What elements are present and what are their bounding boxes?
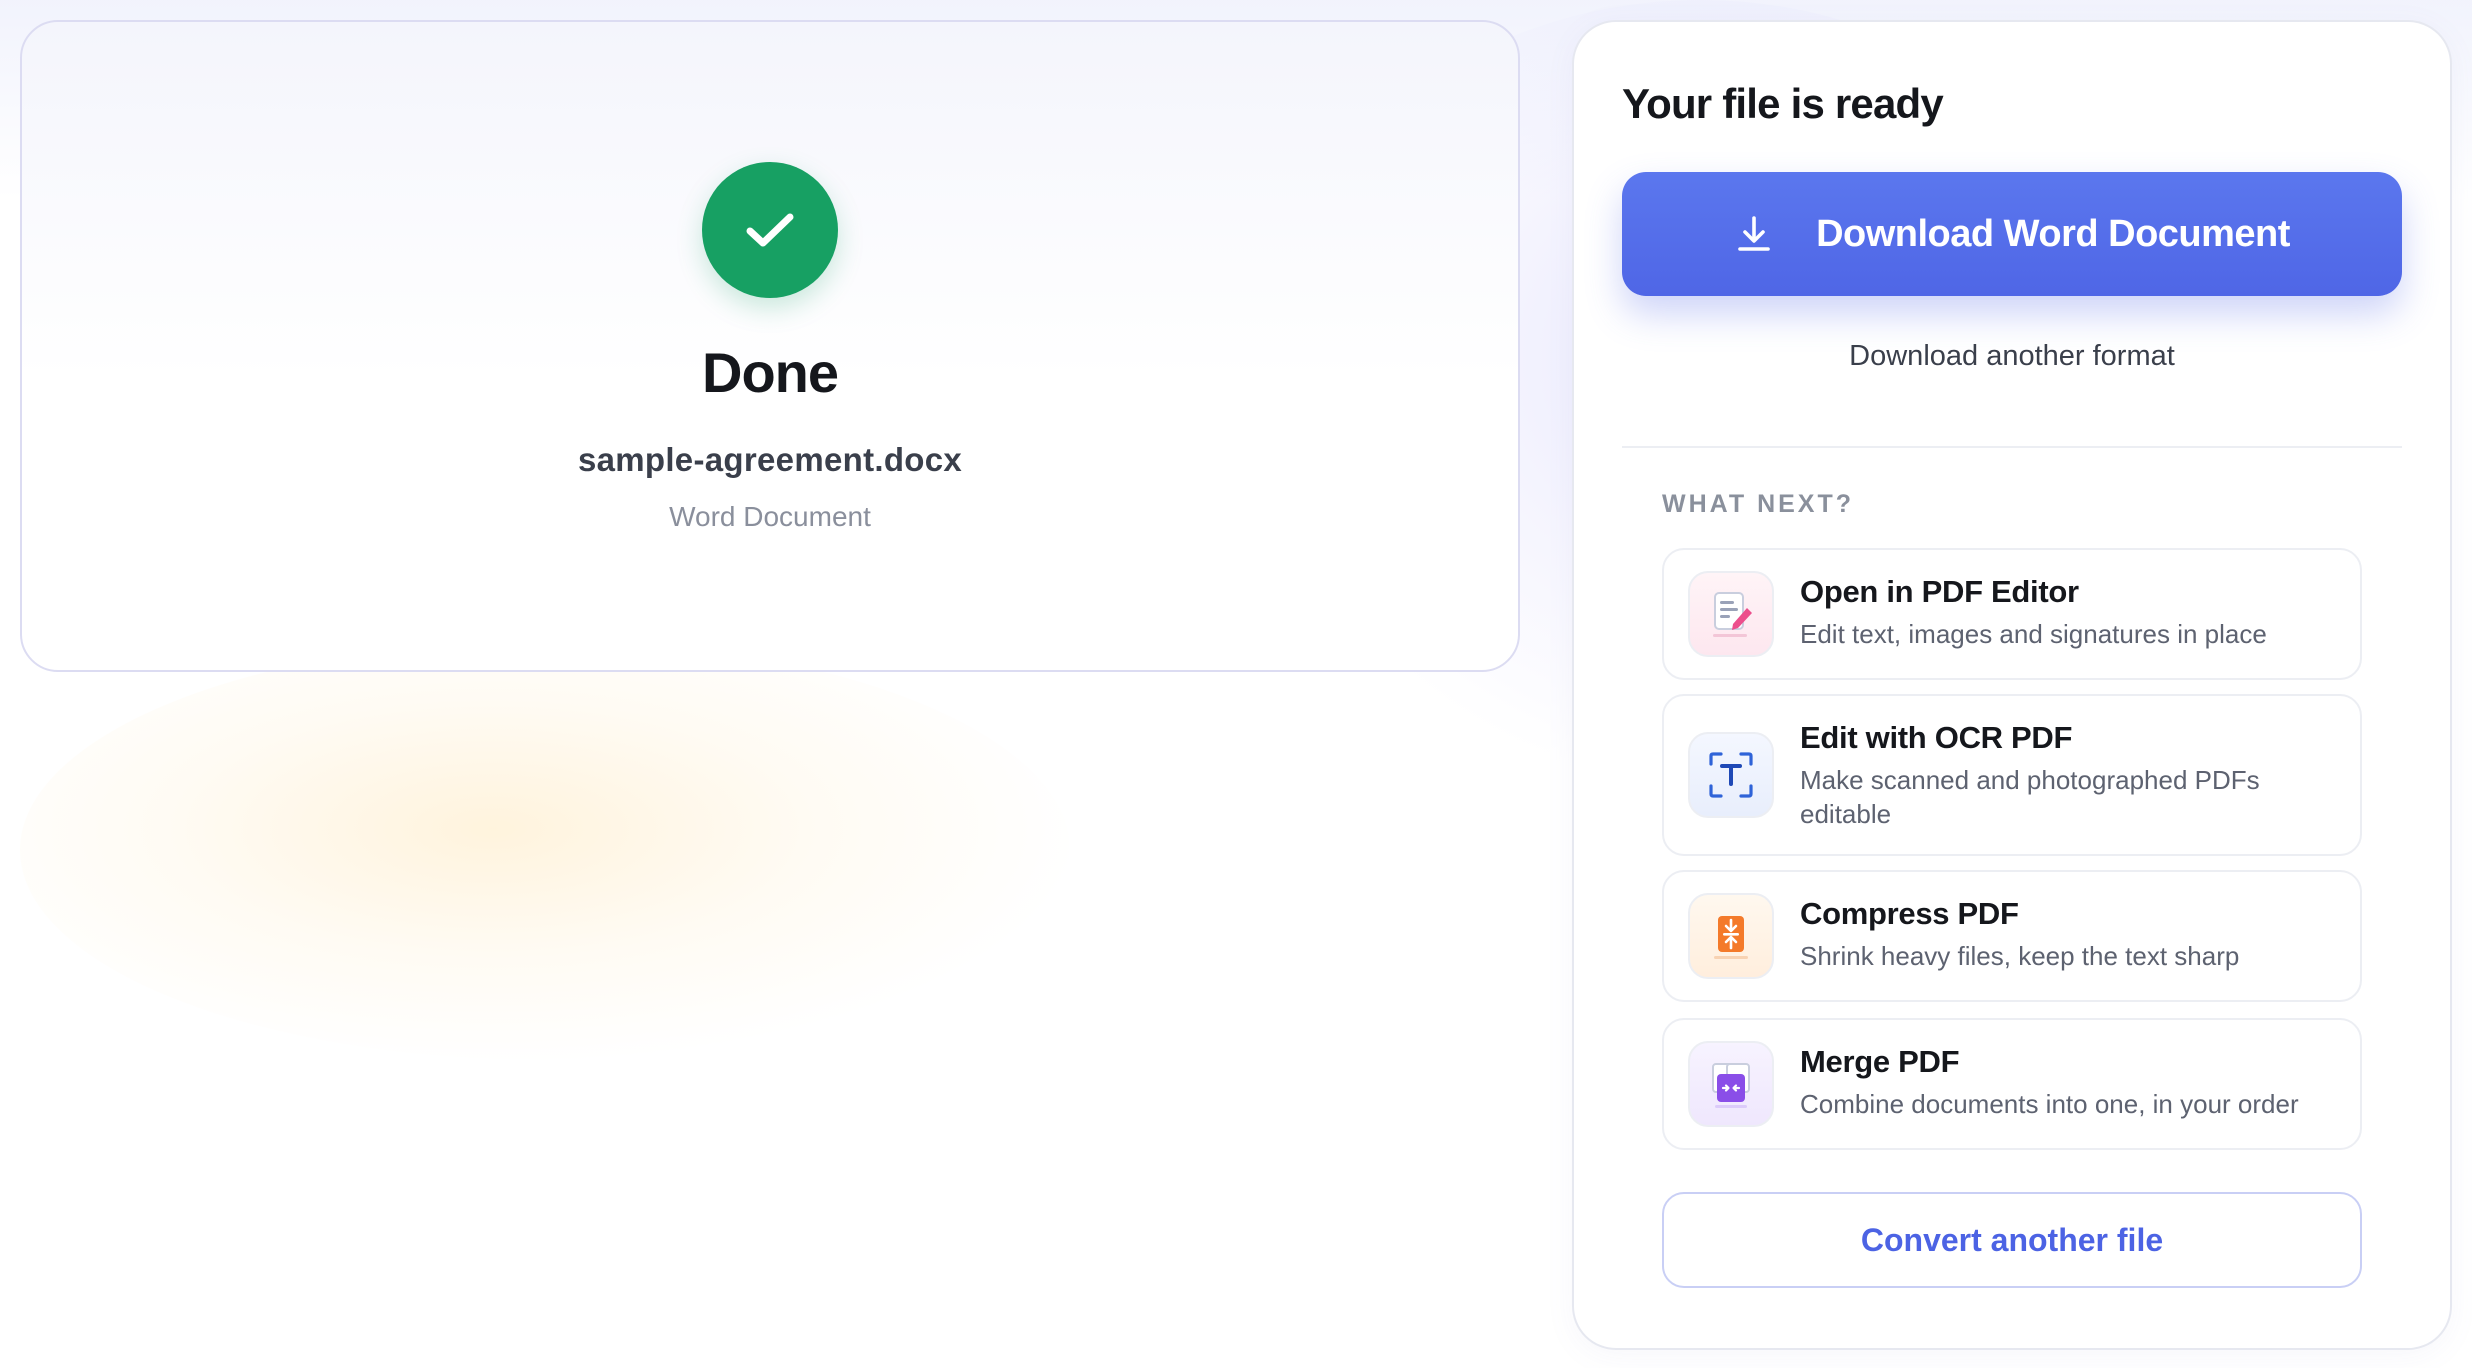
result-card: Done sample-agreement.docx Word Document bbox=[20, 20, 1520, 672]
next-item-merge-pdf[interactable]: Merge PDF Combine documents into one, in… bbox=[1662, 1018, 2362, 1150]
next-item-title: Open in PDF Editor bbox=[1800, 574, 2079, 609]
compress-icon bbox=[1688, 893, 1774, 979]
next-item-compress-pdf[interactable]: Compress PDF Shrink heavy files, keep th… bbox=[1662, 870, 2362, 1002]
divider bbox=[1622, 446, 2402, 448]
download-icon bbox=[1738, 216, 1770, 251]
result-title: Done bbox=[702, 341, 839, 404]
next-item-title: Compress PDF bbox=[1800, 896, 2019, 931]
pdf-editor-icon bbox=[1688, 571, 1774, 657]
file-name: sample-agreement.docx bbox=[577, 441, 963, 478]
success-check-badge bbox=[702, 162, 838, 298]
check-icon bbox=[746, 213, 794, 247]
ocr-icon bbox=[1688, 732, 1774, 818]
next-item-pdf-editor[interactable]: Open in PDF Editor Edit text, images and… bbox=[1662, 548, 2362, 680]
next-item-desc: Shrink heavy files, keep the text sharp bbox=[1800, 941, 2240, 971]
convert-another-file-button[interactable]: Convert another file bbox=[1662, 1192, 2362, 1288]
next-item-desc: Combine documents into one, in your orde… bbox=[1800, 1089, 2299, 1119]
next-item-ocr-pdf[interactable]: Edit with OCR PDF Make scanned and photo… bbox=[1662, 694, 2362, 856]
download-another-format-link[interactable]: Download another format bbox=[1622, 340, 2402, 373]
download-word-button[interactable]: Download Word Document bbox=[1622, 172, 2402, 296]
file-type: Word Document bbox=[669, 501, 871, 532]
next-item-title: Merge PDF bbox=[1800, 1044, 1960, 1079]
background-orange-glow bbox=[20, 640, 1070, 1060]
next-item-desc: Edit text, images and signatures in plac… bbox=[1800, 619, 2267, 649]
download-button-label: Download Word Document bbox=[1816, 212, 2290, 255]
next-item-title: Edit with OCR PDF bbox=[1800, 720, 2073, 755]
download-panel: Your file is ready Download Word Documen… bbox=[1572, 20, 2452, 1350]
what-next-label: WHAT NEXT? bbox=[1662, 490, 1855, 518]
next-item-desc: Make scanned and photographed PDFs edita… bbox=[1800, 765, 2260, 829]
panel-title: Your file is ready bbox=[1622, 80, 1944, 127]
merge-icon bbox=[1688, 1041, 1774, 1127]
